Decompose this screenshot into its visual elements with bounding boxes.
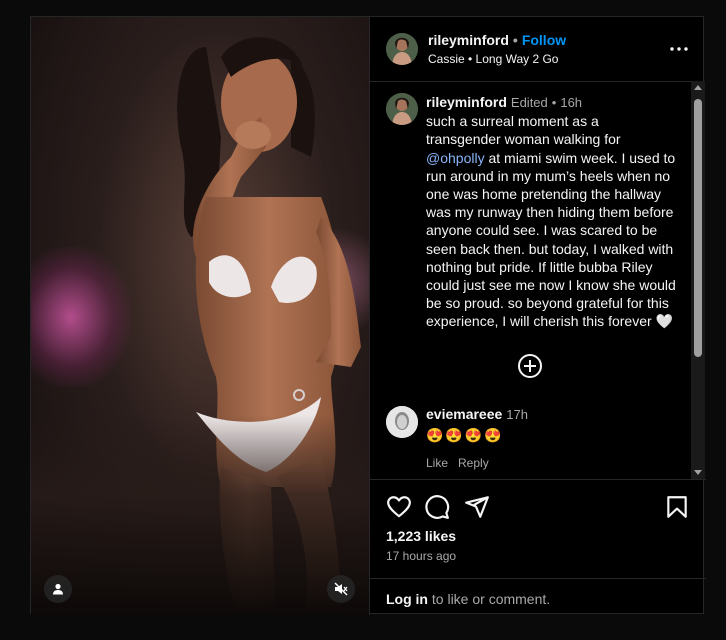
caption-edited: Edited <box>510 95 548 110</box>
comment-like-button[interactable]: Like <box>426 456 448 470</box>
commenter-avatar[interactable] <box>386 406 418 438</box>
commenter-username[interactable]: eviemareee <box>426 406 502 422</box>
audio-track[interactable]: Cassie • Long Way 2 Go <box>428 52 558 66</box>
comment-text: 😍😍😍😍 <box>426 427 504 443</box>
more-options-icon <box>670 47 688 51</box>
tagged-users-button[interactable] <box>44 575 72 603</box>
separator-dot: • <box>512 32 518 48</box>
login-prompt: Log in to like or comment. <box>370 578 706 616</box>
caption-body-2: at miami swim week. I used to run around… <box>426 149 676 330</box>
scrollbar-thumb[interactable] <box>694 99 702 357</box>
caption-username[interactable]: rileyminford <box>426 94 507 110</box>
caption-avatar[interactable] <box>386 93 418 125</box>
plus-circle-icon <box>518 354 542 378</box>
scroll-down-icon[interactable] <box>694 470 702 475</box>
comment-time: 17h <box>506 407 528 422</box>
caption-text: rileyminford Edited • 16h such a surreal mo… <box>426 93 676 331</box>
caption-body-1: such a surreal moment as a transgender w… <box>426 113 621 148</box>
more-options-button[interactable] <box>667 37 691 61</box>
author-username[interactable]: rileyminford <box>428 32 509 48</box>
mute-button[interactable] <box>327 575 355 603</box>
author-avatar[interactable] <box>386 33 418 65</box>
comment-icon <box>425 495 450 519</box>
profile-photo <box>386 33 418 65</box>
post-actions: 1,223 likes 17 hours ago Log in to like … <box>370 479 706 615</box>
like-button[interactable] <box>386 494 412 520</box>
comments-section: rileyminford Edited • 16h such a surreal mo… <box>370 81 690 479</box>
heart-icon <box>387 496 411 518</box>
login-suffix: to like or comment. <box>428 591 551 607</box>
scroll-up-icon[interactable] <box>694 85 702 90</box>
save-button[interactable] <box>664 494 690 520</box>
login-link[interactable]: Log in <box>386 591 428 607</box>
like-count[interactable]: 1,223 likes <box>386 528 456 544</box>
caption-time: 16h <box>560 95 583 110</box>
share-button[interactable] <box>464 494 490 520</box>
comment-item: eviemareee 17h 😍😍😍😍 Like Reply <box>386 406 676 470</box>
post-sidebar: rileyminford • Follow Cassie • Long Way 2 … <box>369 17 706 615</box>
caption-dot: • <box>551 95 557 110</box>
mention-link[interactable]: @ohpolly <box>426 150 485 166</box>
load-more-comments-button[interactable] <box>517 353 543 379</box>
user-icon <box>53 583 63 595</box>
post-media[interactable] <box>31 17 369 615</box>
post-caption: rileyminford Edited • 16h such a surreal mo… <box>386 93 676 331</box>
profile-photo <box>386 406 418 438</box>
profile-photo <box>386 93 418 125</box>
follow-button[interactable]: Follow <box>522 32 566 48</box>
comment-reply-button[interactable]: Reply <box>458 456 489 470</box>
muted-speaker-icon <box>334 582 348 596</box>
post-header: rileyminford • Follow Cassie • Long Way 2 … <box>370 17 705 82</box>
comments-scrollbar[interactable] <box>691 81 705 479</box>
bookmark-icon <box>667 496 687 518</box>
comment-button[interactable] <box>424 494 450 520</box>
post-modal: rileyminford • Follow Cassie • Long Way 2 … <box>30 16 706 615</box>
send-icon <box>465 496 489 518</box>
post-time: 17 hours ago <box>386 549 457 563</box>
